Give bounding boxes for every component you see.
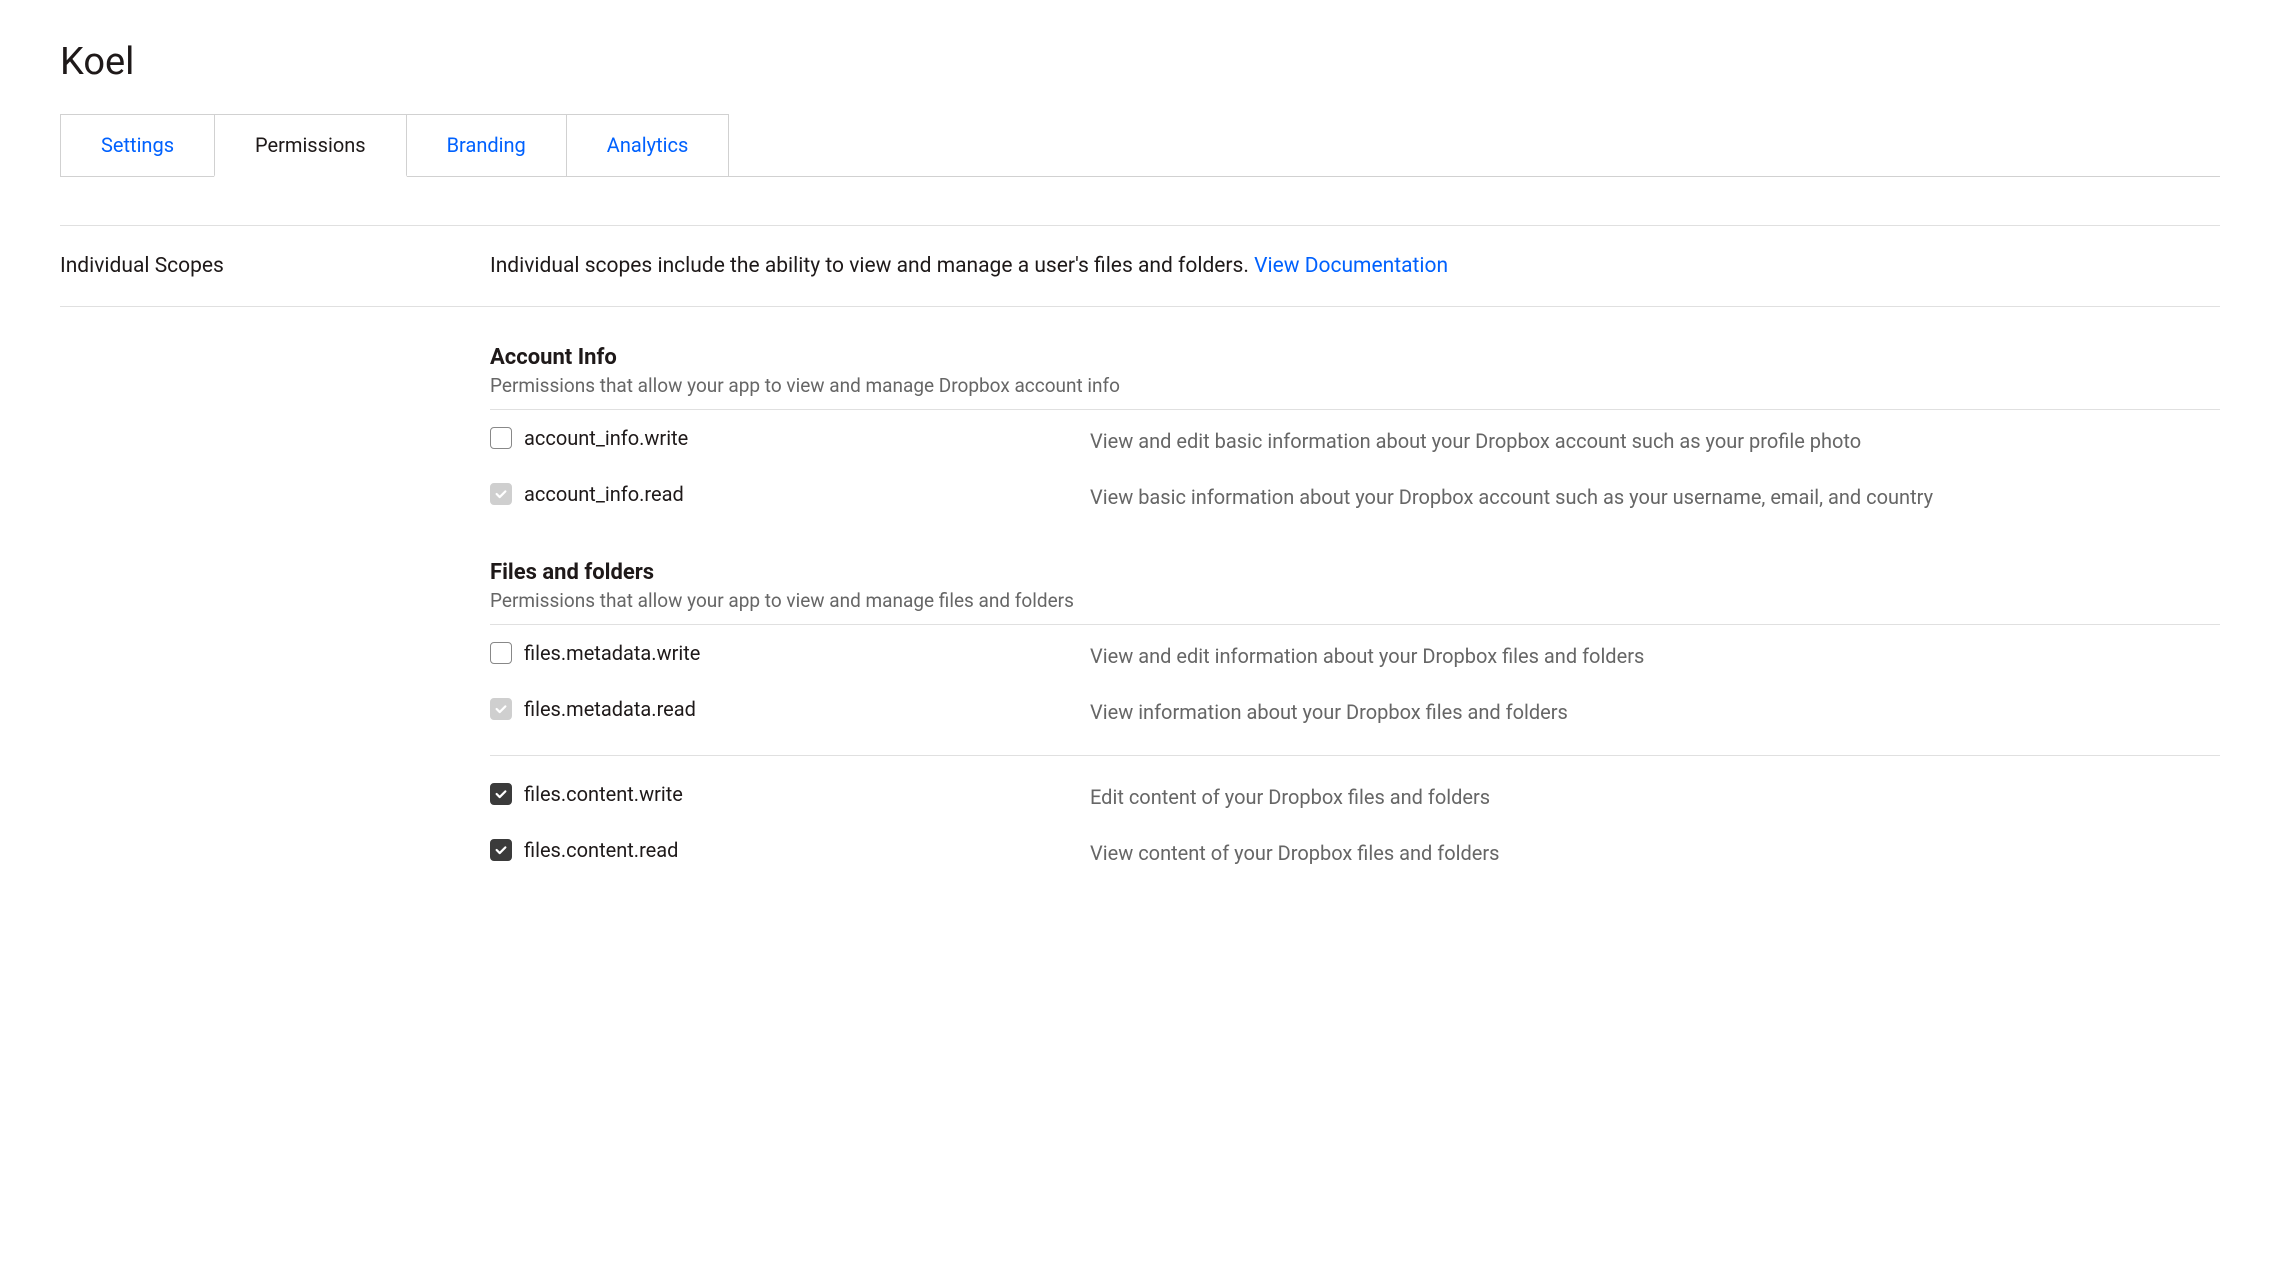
view-documentation-link[interactable]: View Documentation (1254, 254, 1448, 278)
permission-row-account-info-write: account_info.write View and edit basic i… (490, 410, 2220, 466)
check-icon (494, 843, 508, 857)
permission-desc: View content of your Dropbox files and f… (1090, 838, 2220, 868)
tab-permissions[interactable]: Permissions (214, 114, 407, 177)
page-title: Koel (60, 40, 2220, 84)
group-title-files-folders: Files and folders (490, 560, 2220, 585)
checkbox-files-content-write[interactable] (490, 783, 512, 805)
permission-desc: View information about your Dropbox file… (1090, 697, 2220, 727)
permission-name: account_info.write (524, 426, 688, 450)
permission-row-files-metadata-write: files.metadata.write View and edit infor… (490, 625, 2220, 681)
permission-group-account-info: Account Info Permissions that allow your… (490, 345, 2220, 522)
permission-name: files.metadata.write (524, 641, 700, 665)
permission-name: files.metadata.read (524, 697, 696, 721)
check-icon (494, 787, 508, 801)
check-icon (494, 487, 508, 501)
permission-desc: View and edit basic information about yo… (1090, 426, 2220, 456)
permission-row-files-content-write: files.content.write Edit content of your… (490, 766, 2220, 822)
permission-desc: View basic information about your Dropbo… (1090, 482, 2220, 512)
permission-name: account_info.read (524, 482, 684, 506)
tab-bar: Settings Permissions Branding Analytics (60, 114, 2220, 177)
checkbox-files-metadata-write[interactable] (490, 642, 512, 664)
tab-settings[interactable]: Settings (60, 114, 215, 176)
group-title-account-info: Account Info (490, 345, 2220, 370)
permission-row-files-metadata-read: files.metadata.read View information abo… (490, 681, 2220, 737)
checkbox-files-metadata-read (490, 698, 512, 720)
individual-scopes-description: Individual scopes include the ability to… (490, 254, 1448, 278)
tab-branding[interactable]: Branding (406, 114, 567, 176)
permission-row-files-content-read: files.content.read View content of your … (490, 822, 2220, 878)
individual-scopes-text: Individual scopes include the ability to… (490, 254, 1254, 278)
checkbox-files-content-read[interactable] (490, 839, 512, 861)
checkbox-account-info-write[interactable] (490, 427, 512, 449)
permission-desc: View and edit information about your Dro… (1090, 641, 2220, 671)
permission-name: files.content.read (524, 838, 678, 862)
permission-group-files-folders: Files and folders Permissions that allow… (490, 560, 2220, 878)
individual-scopes-label: Individual Scopes (60, 254, 490, 278)
permission-desc: Edit content of your Dropbox files and f… (1090, 782, 2220, 812)
individual-scopes-header: Individual Scopes Individual scopes incl… (60, 226, 2220, 307)
permission-row-account-info-read: account_info.read View basic information… (490, 466, 2220, 522)
permission-name: files.content.write (524, 782, 683, 806)
tab-analytics[interactable]: Analytics (566, 114, 730, 176)
group-desc-files-folders: Permissions that allow your app to view … (490, 589, 2220, 625)
group-desc-account-info: Permissions that allow your app to view … (490, 374, 2220, 410)
checkbox-account-info-read (490, 483, 512, 505)
check-icon (494, 702, 508, 716)
